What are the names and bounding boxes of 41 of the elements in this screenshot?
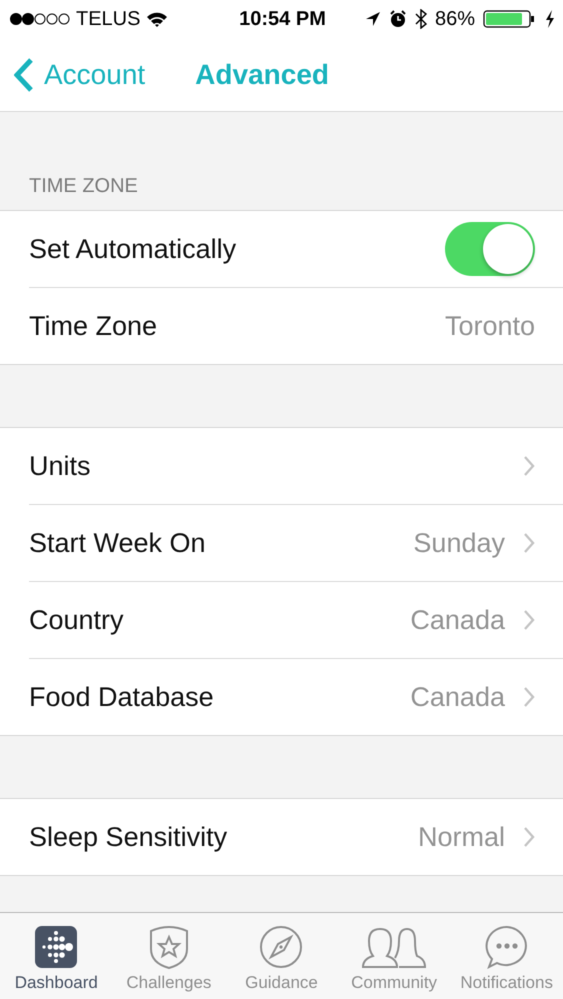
back-chevron-icon <box>14 58 34 92</box>
bluetooth-icon <box>414 9 427 29</box>
compass-icon <box>259 925 304 969</box>
setting-value: Canada <box>410 682 505 712</box>
setting-label: Food Database <box>29 682 215 712</box>
setting-label: Time Zone <box>29 310 158 342</box>
setting-value: Toronto <box>444 310 535 342</box>
tab[interactable]: Challenges <box>112 913 226 999</box>
wifi-icon <box>146 11 168 27</box>
section-header: TIME ZONE <box>29 175 138 198</box>
chevron-icon <box>523 826 535 848</box>
toggle-switch[interactable] <box>445 222 535 276</box>
setting-value: Canada <box>410 604 505 636</box>
tab[interactable]: Notifications <box>450 913 563 999</box>
back-button[interactable]: Account <box>14 58 146 92</box>
setting-label: Units <box>29 450 92 482</box>
carrier-name: TELUS <box>76 8 140 30</box>
dashboard-icon <box>34 925 78 969</box>
alarm-icon <box>388 10 407 28</box>
setting-label: Country <box>29 604 125 636</box>
setting-label: Set Automatically <box>29 234 238 264</box>
people-icon <box>361 925 428 969</box>
chat-bubble-icon <box>484 925 529 969</box>
chevron-icon <box>523 532 535 554</box>
charging-icon <box>545 10 555 28</box>
setting-value: Normal <box>418 822 505 852</box>
setting-value: Sunday <box>413 528 505 558</box>
clock: 10:54 PM <box>239 8 326 30</box>
signal-icon <box>10 12 70 26</box>
setting-label: Start Week On <box>29 528 207 558</box>
chevron-icon <box>523 609 535 631</box>
tab[interactable]: Community <box>338 913 450 999</box>
chevron-icon <box>523 686 535 708</box>
chevron-icon <box>523 455 535 477</box>
tab[interactable]: Guidance <box>225 913 338 999</box>
location-icon <box>364 11 381 27</box>
battery-icon <box>483 10 537 28</box>
battery-percent: 86% <box>434 8 475 30</box>
setting-label: Sleep Sensitivity <box>29 822 228 852</box>
page-title: Advanced <box>195 58 329 90</box>
tab[interactable]: Dashboard <box>0 913 113 999</box>
